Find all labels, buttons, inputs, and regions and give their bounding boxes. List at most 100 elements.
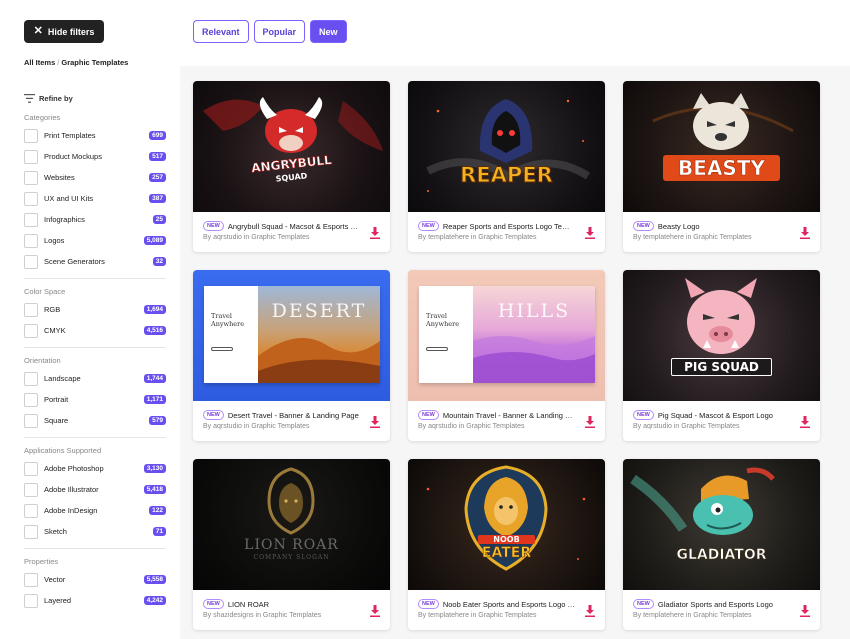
new-badge: NEW: [633, 410, 654, 420]
thumbnail[interactable]: BEASTY: [623, 81, 820, 212]
download-icon[interactable]: [800, 605, 810, 617]
filter-label: Layered: [44, 596, 72, 605]
filter-label: CMYK: [44, 326, 66, 335]
count-badge: 5,418: [143, 485, 166, 494]
new-badge: NEW: [418, 599, 439, 609]
filter-illustrator[interactable]: Adobe Illustrator 5,418: [24, 479, 166, 500]
download-icon[interactable]: [370, 227, 380, 239]
card-title[interactable]: Mountain Travel - Banner & Landing Page: [443, 411, 575, 420]
item-card[interactable]: REAPER NEW Reaper Sports and Esports Logo…: [408, 81, 605, 252]
thumbnail[interactable]: GLADIATOR: [623, 459, 820, 590]
filter-label: Websites: [44, 173, 75, 182]
checkbox[interactable]: [24, 233, 38, 248]
checkbox[interactable]: [24, 413, 38, 428]
card-title[interactable]: Pig Squad - Mascot & Esport Logo: [658, 411, 773, 420]
checkbox[interactable]: [24, 371, 38, 386]
card-author: By templatehere in Graphic Templates: [418, 234, 537, 241]
item-card[interactable]: NOOB EATER NEW Noob Eater Sports and Espo…: [408, 459, 605, 630]
count-badge: 25: [152, 215, 166, 224]
checkbox[interactable]: [24, 593, 38, 608]
download-icon[interactable]: [800, 227, 810, 239]
thumbnail[interactable]: PIG SQUAD: [623, 270, 820, 401]
filter-ux-ui-kits[interactable]: UX and UI Kits 387: [24, 188, 166, 209]
card-title[interactable]: Beasty Logo: [658, 222, 700, 231]
filter-sketch[interactable]: Sketch 71: [24, 521, 166, 542]
card-author: By templatehere in Graphic Templates: [418, 612, 537, 619]
filter-photoshop[interactable]: Adobe Photoshop 3,130: [24, 458, 166, 479]
card-author: By shazidesigns in Graphic Templates: [203, 612, 322, 619]
card-title[interactable]: Reaper Sports and Esports Logo Template: [443, 222, 575, 231]
filter-rgb[interactable]: RGB 1,694: [24, 299, 166, 320]
item-card[interactable]: PIG SQUAD NEW Pig Squad - Mascot & Esport…: [623, 270, 820, 441]
thumbnail[interactable]: Travel Anywhere HILLS: [408, 270, 605, 401]
logo-text: BEASTY: [663, 155, 780, 181]
slide-preview: Travel Anywhere DESERT: [204, 286, 380, 383]
filter-layered[interactable]: Layered 4,242: [24, 590, 166, 611]
filter-scene-generators[interactable]: Scene Generators 32: [24, 251, 166, 272]
checkbox[interactable]: [24, 572, 38, 587]
checkbox[interactable]: [24, 392, 38, 407]
checkbox[interactable]: [24, 170, 38, 185]
filter-portrait[interactable]: Portrait 1,171: [24, 389, 166, 410]
item-card[interactable]: LION ROAR COMPANY SLOGAN NEW LION ROAR By…: [193, 459, 390, 630]
download-icon[interactable]: [585, 605, 595, 617]
checkbox[interactable]: [24, 191, 38, 206]
item-card[interactable]: ANGRYBULL SQUAD NEW Angrybull Squad - Mac…: [193, 81, 390, 252]
filter-logos[interactable]: Logos 5,089: [24, 230, 166, 251]
download-icon[interactable]: [585, 227, 595, 239]
thumbnail[interactable]: LION ROAR COMPANY SLOGAN: [193, 459, 390, 590]
card-title[interactable]: LION ROAR: [228, 600, 269, 609]
filter-landscape[interactable]: Landscape 1,744: [24, 368, 166, 389]
item-card[interactable]: Travel Anywhere HILLS NEW Mountain Travel …: [408, 270, 605, 441]
download-icon[interactable]: [585, 416, 595, 428]
checkbox[interactable]: [24, 323, 38, 338]
checkbox[interactable]: [24, 302, 38, 317]
item-card[interactable]: BEASTY NEW Beasty Logo By templatehere in…: [623, 81, 820, 252]
filter-cmyk[interactable]: CMYK 4,516: [24, 320, 166, 341]
thumbnail[interactable]: NOOB EATER: [408, 459, 605, 590]
checkbox[interactable]: [24, 524, 38, 539]
thumbnail[interactable]: Travel Anywhere DESERT: [193, 270, 390, 401]
card-author: By templatehere in Graphic Templates: [633, 234, 752, 241]
filter-indesign[interactable]: Adobe InDesign 122: [24, 500, 166, 521]
card-meta: NEW Desert Travel - Banner & Landing Page…: [203, 410, 360, 430]
refine-by-header: Refine by: [24, 91, 166, 105]
card-author: By aqrstudio in Graphic Templates: [203, 234, 310, 241]
checkbox[interactable]: [24, 149, 38, 164]
sort-new-button[interactable]: New: [310, 20, 347, 43]
filter-product-mockups[interactable]: Product Mockups 517: [24, 146, 166, 167]
sort-options: Relevant Popular New: [193, 20, 347, 43]
checkbox[interactable]: [24, 212, 38, 227]
checkbox[interactable]: [24, 254, 38, 269]
filter-label: Product Mockups: [44, 152, 102, 161]
filter-infographics[interactable]: Infographics 25: [24, 209, 166, 230]
download-icon[interactable]: [370, 416, 380, 428]
checkbox[interactable]: [24, 461, 38, 476]
sort-relevant-button[interactable]: Relevant: [193, 20, 249, 43]
card-title[interactable]: Angrybull Squad - Macsot & Esports Logo: [228, 222, 360, 231]
count-badge: 32: [152, 257, 166, 266]
sort-popular-button[interactable]: Popular: [253, 20, 306, 43]
download-icon[interactable]: [800, 416, 810, 428]
card-title[interactable]: Noob Eater Sports and Esports Logo Templ…: [443, 600, 575, 609]
item-card[interactable]: GLADIATOR NEW Gladiator Sports and Esport…: [623, 459, 820, 630]
filter-vector[interactable]: Vector 5,558: [24, 569, 166, 590]
checkbox[interactable]: [24, 503, 38, 518]
title-line: NEW Reaper Sports and Esports Logo Templa…: [418, 221, 575, 231]
filter-print-templates[interactable]: Print Templates 699: [24, 125, 166, 146]
filter-square[interactable]: Square 579: [24, 410, 166, 431]
checkbox[interactable]: [24, 482, 38, 497]
group-title-color-space: Color Space: [24, 287, 66, 296]
hide-filters-button[interactable]: ✕ Hide filters: [24, 20, 104, 43]
download-icon[interactable]: [370, 605, 380, 617]
checkbox[interactable]: [24, 128, 38, 143]
thumbnail[interactable]: REAPER: [408, 81, 605, 212]
lion-mascot-image: [426, 465, 586, 571]
filter-websites[interactable]: Websites 257: [24, 167, 166, 188]
card-title[interactable]: Gladiator Sports and Esports Logo: [658, 600, 773, 609]
thumbnail[interactable]: ANGRYBULL SQUAD: [193, 81, 390, 212]
filter-label: Portrait: [44, 395, 69, 404]
item-card[interactable]: Travel Anywhere DESERT NEW Desert Travel -…: [193, 270, 390, 441]
card-title[interactable]: Desert Travel - Banner & Landing Page: [228, 411, 359, 420]
breadcrumb-root-link[interactable]: All Items: [24, 58, 55, 67]
